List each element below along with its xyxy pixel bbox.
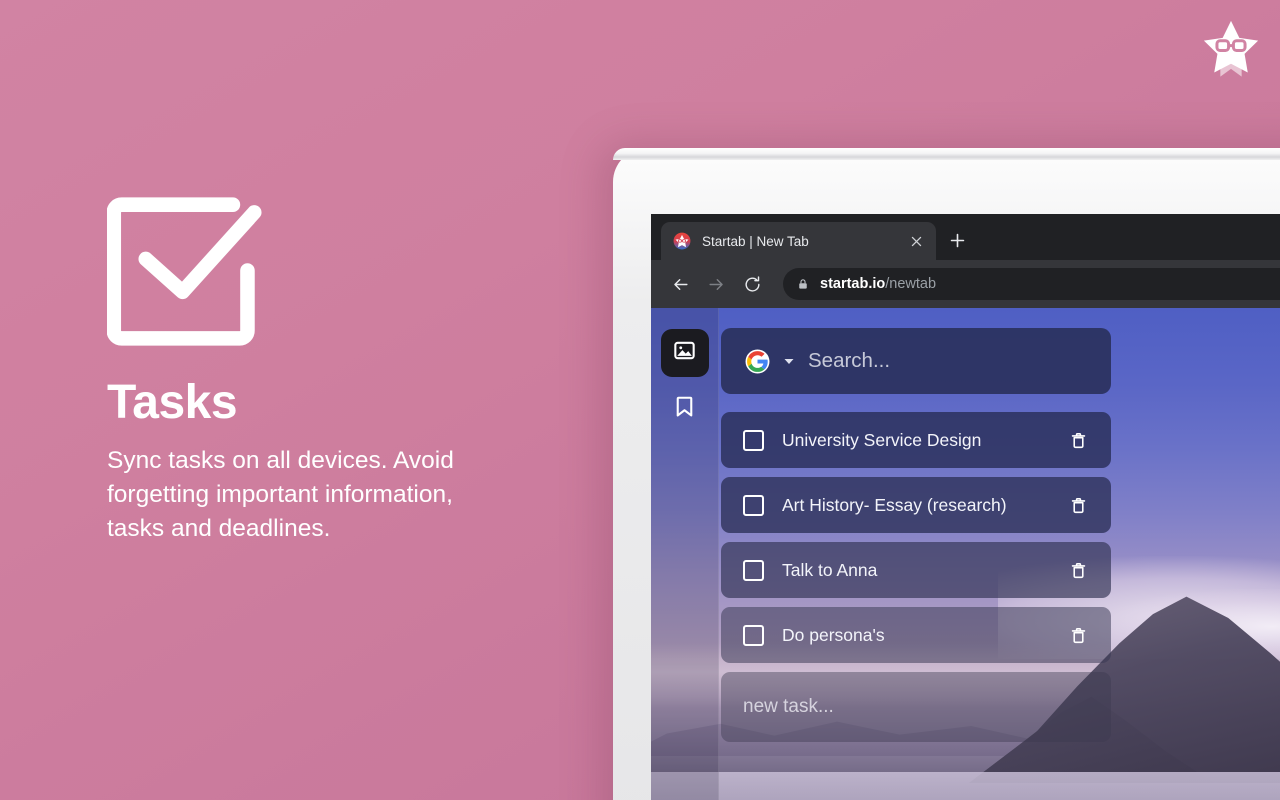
task-checkbox[interactable] <box>743 429 764 451</box>
new-tab-button[interactable] <box>940 221 974 259</box>
trash-icon[interactable] <box>1068 429 1088 451</box>
star-glasses-logo <box>1200 18 1262 80</box>
reload-icon[interactable] <box>737 269 767 299</box>
search-input[interactable]: Search... <box>808 349 890 373</box>
newtab-page: Search... University Service Design Art … <box>651 308 1280 800</box>
task-label: Talk to Anna <box>782 559 878 580</box>
address-bar[interactable]: startab.io/newtab <box>783 268 1280 300</box>
chevron-down-icon[interactable] <box>783 355 795 367</box>
search-bar[interactable]: Search... <box>721 328 1111 394</box>
task-label: Do persona's <box>782 624 885 645</box>
trash-icon[interactable] <box>1068 624 1088 646</box>
browser-tabstrip: Startab | New Tab <box>651 214 1280 260</box>
task-item[interactable]: Talk to Anna <box>721 542 1111 598</box>
startab-favicon <box>673 232 691 250</box>
browser-toolbar: startab.io/newtab <box>651 260 1280 308</box>
tablet-device: Startab | New Tab startab.io/newtab Sear… <box>613 148 1280 800</box>
promo-banner: Tasks Sync tasks on all devices. Avoid f… <box>0 0 1280 800</box>
bookmark-icon <box>672 394 697 424</box>
promo-content: Tasks Sync tasks on all devices. Avoid f… <box>107 195 577 546</box>
newtab-content: Search... University Service Design Art … <box>719 308 1280 800</box>
task-checkbox[interactable] <box>743 624 764 646</box>
trash-icon[interactable] <box>1068 494 1088 516</box>
sidebar-item-wallpaper[interactable] <box>660 329 709 377</box>
task-checkbox[interactable] <box>743 494 764 516</box>
promo-description: Sync tasks on all devices. Avoid forgett… <box>107 447 454 542</box>
browser-window: Startab | New Tab startab.io/newtab Sear… <box>651 214 1280 800</box>
image-icon <box>672 338 697 368</box>
address-bar-url: startab.io/newtab <box>820 276 936 292</box>
new-task-input[interactable]: new task... <box>743 696 834 718</box>
page-title: Tasks <box>107 376 238 429</box>
browser-tab-title: Startab | New Tab <box>702 233 809 249</box>
task-item[interactable]: Do persona's <box>721 607 1111 663</box>
task-list: University Service Design Art History- E… <box>721 412 1111 663</box>
close-icon[interactable] <box>907 232 925 250</box>
task-item[interactable]: University Service Design <box>721 412 1111 468</box>
browser-tab[interactable]: Startab | New Tab <box>661 222 936 260</box>
checkbox-check-icon <box>107 195 577 350</box>
address-bar-path: /newtab <box>885 276 937 292</box>
task-label: University Service Design <box>782 429 982 450</box>
newtab-sidebar <box>651 308 719 800</box>
sidebar-item-bookmarks[interactable] <box>661 385 709 433</box>
device-bezel-highlight <box>613 148 1280 160</box>
google-g-icon[interactable] <box>745 349 770 374</box>
lock-icon <box>797 278 809 290</box>
arrow-right-icon[interactable] <box>701 269 731 299</box>
address-bar-host: startab.io <box>820 276 886 292</box>
task-item[interactable]: Art History- Essay (research) <box>721 477 1111 533</box>
trash-icon[interactable] <box>1068 559 1088 581</box>
task-label: Art History- Essay (research) <box>782 494 1007 515</box>
arrow-left-icon[interactable] <box>665 269 695 299</box>
task-checkbox[interactable] <box>743 559 764 581</box>
new-task-field[interactable]: new task... <box>721 672 1111 742</box>
